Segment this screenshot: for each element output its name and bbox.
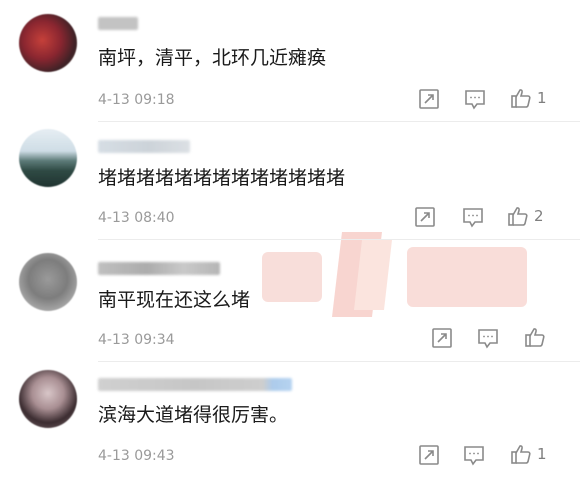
divider [98, 239, 580, 240]
like-button[interactable]: 2 [507, 205, 544, 227]
username-blurred[interactable] [98, 262, 220, 275]
comment-text: 滨海大道堵得很厉害。 [98, 404, 289, 426]
avatar[interactable] [19, 370, 77, 428]
thumbs-up-icon [511, 89, 531, 108]
comment-time: 4-13 08:40 [98, 210, 175, 226]
thumbs-up-icon [525, 328, 545, 347]
username-blurred[interactable] [98, 17, 138, 30]
divider [98, 121, 580, 122]
share-button[interactable] [431, 327, 453, 349]
comment-text: 南坪，清平，北环几近瘫痪 [98, 47, 327, 69]
username-blurred[interactable] [98, 140, 190, 153]
share-button[interactable] [418, 88, 440, 110]
reply-button[interactable] [463, 444, 485, 466]
like-button[interactable]: 1 [510, 443, 547, 465]
reply-icon [464, 446, 484, 466]
reply-button[interactable] [477, 327, 499, 349]
like-button[interactable]: 1 [510, 87, 547, 109]
thumbs-up-icon [511, 445, 531, 464]
avatar[interactable] [19, 14, 77, 72]
like-count: 2 [534, 207, 544, 225]
reply-button[interactable] [462, 206, 484, 228]
like-count: 1 [537, 89, 547, 107]
reply-icon [478, 329, 498, 349]
share-button[interactable] [414, 206, 436, 228]
share-button[interactable] [418, 444, 440, 466]
avatar[interactable] [19, 129, 77, 187]
comment-time: 4-13 09:43 [98, 448, 175, 464]
share-icon [415, 207, 435, 227]
like-count: 1 [537, 445, 547, 463]
reply-icon [465, 90, 485, 110]
thumbs-up-icon [508, 207, 528, 226]
reply-icon [463, 208, 483, 228]
avatar[interactable] [19, 253, 77, 311]
like-button[interactable] [524, 326, 551, 348]
comment-text: 南平现在还这么堵 [98, 289, 251, 311]
share-icon [419, 445, 439, 465]
comment-time: 4-13 09:18 [98, 92, 175, 108]
divider [98, 361, 580, 362]
comment-text: 堵堵堵堵堵堵堵堵堵堵堵堵堵 [98, 167, 346, 189]
share-icon [432, 328, 452, 348]
comment-time: 4-13 09:34 [98, 332, 175, 348]
reply-button[interactable] [464, 88, 486, 110]
share-icon [419, 89, 439, 109]
username-blurred[interactable] [98, 378, 292, 391]
